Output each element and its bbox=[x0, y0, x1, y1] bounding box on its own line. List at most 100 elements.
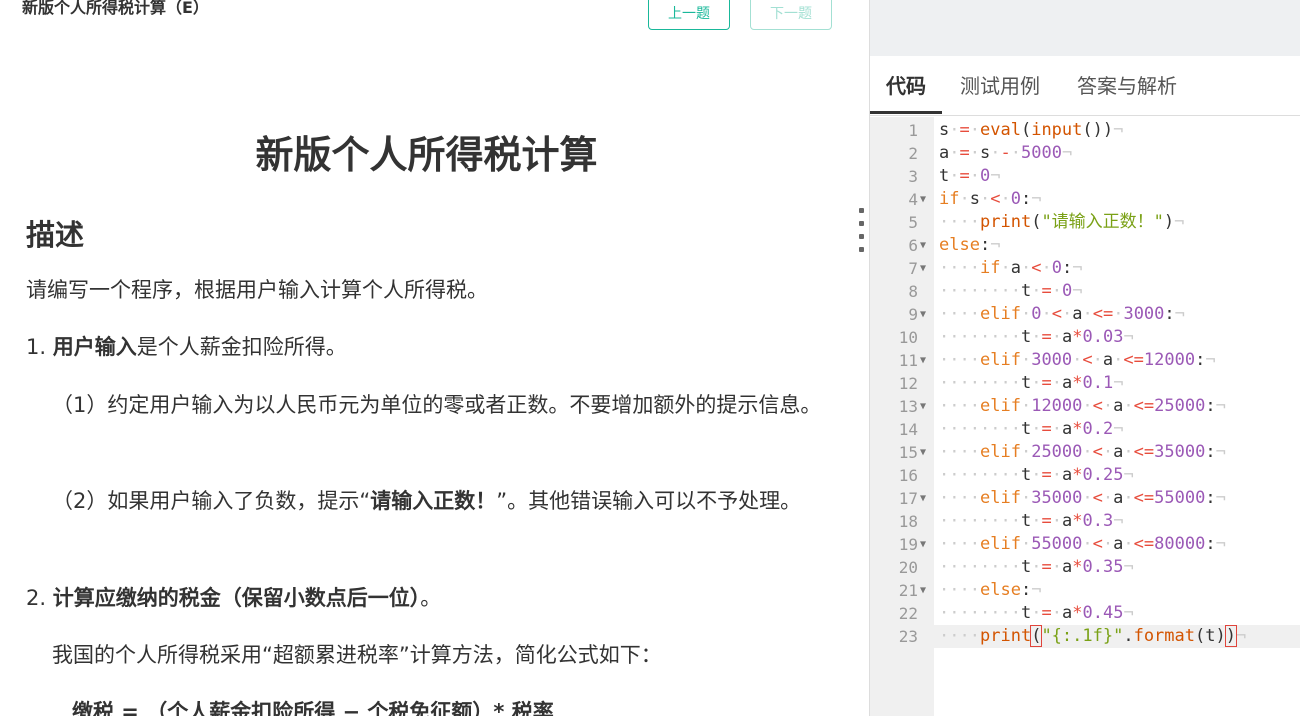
code-text: ····if·a·<·0:¬ bbox=[939, 258, 1083, 278]
next-problem-button[interactable]: 下一题 bbox=[750, 0, 832, 30]
code-text: ····elif·0·<·a·<=·3000:¬ bbox=[939, 304, 1185, 324]
code-text: else:¬ bbox=[939, 235, 1001, 255]
code-line[interactable]: 14 ········t·=·a*0.2¬ bbox=[870, 418, 1300, 441]
line-number: 21 bbox=[898, 581, 918, 600]
code-text: ········t·=·a*0.35¬ bbox=[939, 557, 1134, 577]
fold-arrow-icon[interactable]: ▼ bbox=[920, 533, 926, 556]
code-line[interactable]: 17 ▼ ····elif·35000·<·a·<=55000:¬ bbox=[870, 487, 1300, 510]
item-1-sub-1: （1）约定用户输入为以人民币元为单位的零或者正数。不要增加额外的提示信息。 bbox=[52, 393, 822, 417]
fold-arrow-icon[interactable]: ▼ bbox=[920, 188, 926, 211]
line-number: 1 bbox=[908, 121, 918, 140]
code-line[interactable]: 20 ········t·=·a*0.35¬ bbox=[870, 556, 1300, 579]
item-1-number: 1. bbox=[26, 335, 53, 359]
code-text: t·=·0¬ bbox=[939, 166, 1001, 186]
code-text: if·s·<·0:¬ bbox=[939, 189, 1042, 209]
code-line[interactable]: 7 ▼ ····if·a·<·0:¬ bbox=[870, 257, 1300, 280]
item-1-sub-2-a: （2）如果用户输入了负数，提示“ bbox=[52, 489, 371, 513]
line-number: 22 bbox=[898, 604, 918, 623]
code-text: ········t·=·a*0.1¬ bbox=[939, 373, 1124, 393]
line-number: 14 bbox=[898, 420, 918, 439]
line-number: 19 bbox=[898, 535, 918, 554]
item-2-bold: 计算应缴纳的税金（保留小数点后一位） bbox=[52, 586, 421, 610]
code-line[interactable]: 10 ········t·=·a*0.03¬ bbox=[870, 326, 1300, 349]
code-text: ········t·=·a*0.2¬ bbox=[939, 419, 1124, 439]
section-title-description: 描述 bbox=[26, 218, 85, 252]
tab-answers[interactable]: 答案与解析 bbox=[1077, 70, 1177, 114]
item-2-number: 2. bbox=[26, 586, 53, 610]
code-text: ········t·=·a*0.03¬ bbox=[939, 327, 1134, 347]
line-number: 4 bbox=[908, 190, 918, 209]
line-number: 15 bbox=[898, 443, 918, 462]
fold-arrow-icon[interactable]: ▼ bbox=[920, 349, 926, 372]
line-number: 12 bbox=[898, 374, 918, 393]
line-number: 9 bbox=[908, 305, 918, 324]
code-line[interactable]: 11 ▼ ····elif·3000·<·a·<=12000:¬ bbox=[870, 349, 1300, 372]
code-line[interactable]: 21 ▼ ····else:¬ bbox=[870, 579, 1300, 602]
fold-arrow-icon[interactable]: ▼ bbox=[920, 579, 926, 602]
code-line[interactable]: 3 t·=·0¬ bbox=[870, 165, 1300, 188]
code-text: ····elif·12000·<·a·<=25000:¬ bbox=[939, 396, 1226, 416]
line-number: 2 bbox=[908, 144, 918, 163]
code-line[interactable]: 13 ▼ ····elif·12000·<·a·<=25000:¬ bbox=[870, 395, 1300, 418]
code-text: ········t·=·a*0.3¬ bbox=[939, 511, 1124, 531]
line-number: 17 bbox=[898, 489, 918, 508]
tax-formula: 缴税 = （个人薪金扣险所得 − 个税免征额）* 税率 bbox=[72, 700, 554, 716]
fold-arrow-icon[interactable]: ▼ bbox=[920, 234, 926, 257]
item-1: 1. 用户输入是个人薪金扣险所得。 bbox=[26, 329, 347, 365]
line-number: 5 bbox=[908, 213, 918, 232]
line-number: 8 bbox=[908, 282, 918, 301]
code-line[interactable]: 2 a·=·s·-·5000¬ bbox=[870, 142, 1300, 165]
code-text: ····else:¬ bbox=[939, 580, 1042, 600]
problem-header-title: 新版个人所得税计算（E） bbox=[22, 0, 209, 17]
code-line[interactable]: 22 ········t·=·a*0.45¬ bbox=[870, 602, 1300, 625]
fold-arrow-icon[interactable]: ▼ bbox=[920, 303, 926, 326]
code-line[interactable]: 19 ▼ ····elif·55000·<·a·<=80000:¬ bbox=[870, 533, 1300, 556]
code-line[interactable]: 8 ········t·=·0¬ bbox=[870, 280, 1300, 303]
code-line[interactable]: 16 ········t·=·a*0.25¬ bbox=[870, 464, 1300, 487]
code-text: ········t·=·0¬ bbox=[939, 281, 1083, 301]
code-editor[interactable]: 1 s·=·eval(input())¬ 2 a·=·s·-·5000¬ 3 t·=·0¬… bbox=[870, 117, 1300, 716]
code-text: ········t·=·a*0.45¬ bbox=[939, 603, 1134, 623]
code-text: ····elif·3000·<·a·<=12000:¬ bbox=[939, 350, 1216, 370]
line-number: 16 bbox=[898, 466, 918, 485]
code-line[interactable]: 12 ········t·=·a*0.1¬ bbox=[870, 372, 1300, 395]
intro-text: 请编写一个程序，根据用户输入计算个人所得税。 bbox=[26, 278, 488, 302]
paragraph-3: 我国的个人所得税采用“超额累进税率”计算方法，简化公式如下： bbox=[52, 643, 662, 667]
code-line[interactable]: 23 ····print("{:.1f}".format(t))¬ bbox=[870, 625, 1300, 648]
item-1-sub-2-bold: 请输入正数！ bbox=[370, 489, 497, 513]
item-1-rest: 是个人薪金扣险所得。 bbox=[136, 335, 347, 359]
code-text: ····elif·55000·<·a·<=80000:¬ bbox=[939, 534, 1226, 554]
fold-arrow-icon[interactable]: ▼ bbox=[920, 257, 926, 280]
code-text: a·=·s·-·5000¬ bbox=[939, 143, 1073, 163]
code-line[interactable]: 9 ▼ ····elif·0·<·a·<=·3000:¬ bbox=[870, 303, 1300, 326]
code-text: ····elif·35000·<·a·<=55000:¬ bbox=[939, 488, 1226, 508]
item-2: 2. 计算应缴纳的税金（保留小数点后一位）。 bbox=[26, 580, 441, 616]
line-number: 3 bbox=[908, 167, 918, 186]
line-number: 6 bbox=[908, 236, 918, 255]
fold-arrow-icon[interactable]: ▼ bbox=[920, 395, 926, 418]
code-line[interactable]: 15 ▼ ····elif·25000·<·a·<=35000:¬ bbox=[870, 441, 1300, 464]
code-line[interactable]: 1 s·=·eval(input())¬ bbox=[870, 119, 1300, 142]
line-number: 18 bbox=[898, 512, 918, 531]
page-title: 新版个人所得税计算 bbox=[255, 133, 598, 177]
problem-panel: 新版个人所得税计算（E） 上一题 下一题 新版个人所得税计算 描述 请编写一个程… bbox=[0, 0, 868, 716]
code-line[interactable]: 18 ········t·=·a*0.3¬ bbox=[870, 510, 1300, 533]
code-line[interactable]: 6 ▼ else:¬ bbox=[870, 234, 1300, 257]
tab-code[interactable]: 代码 bbox=[870, 70, 942, 114]
item-1-sub-2: （2）如果用户输入了负数，提示“请输入正数！”。其他错误输入可以不予处理。 bbox=[26, 483, 826, 519]
item-1-bold: 用户输入 bbox=[52, 335, 137, 359]
line-number: 10 bbox=[898, 328, 918, 347]
panel-resize-handle[interactable] bbox=[859, 208, 864, 252]
line-number: 20 bbox=[898, 558, 918, 577]
code-panel-tabs: 代码 测试用例 答案与解析 bbox=[870, 56, 1300, 116]
code-text: ····elif·25000·<·a·<=35000:¬ bbox=[939, 442, 1226, 462]
prev-problem-button[interactable]: 上一题 bbox=[648, 0, 730, 30]
code-line[interactable]: 5 ····print("请输入正数！")¬ bbox=[870, 211, 1300, 234]
code-line[interactable]: 4 ▼ if·s·<·0:¬ bbox=[870, 188, 1300, 211]
line-number: 11 bbox=[898, 351, 918, 370]
fold-arrow-icon[interactable]: ▼ bbox=[920, 487, 926, 510]
code-panel-top-bar bbox=[870, 0, 1300, 56]
code-panel: 代码 测试用例 答案与解析 1 s·=·eval(input())¬ 2 a·=·s·… bbox=[869, 0, 1300, 716]
fold-arrow-icon[interactable]: ▼ bbox=[920, 441, 926, 464]
tab-test-cases[interactable]: 测试用例 bbox=[960, 70, 1040, 114]
